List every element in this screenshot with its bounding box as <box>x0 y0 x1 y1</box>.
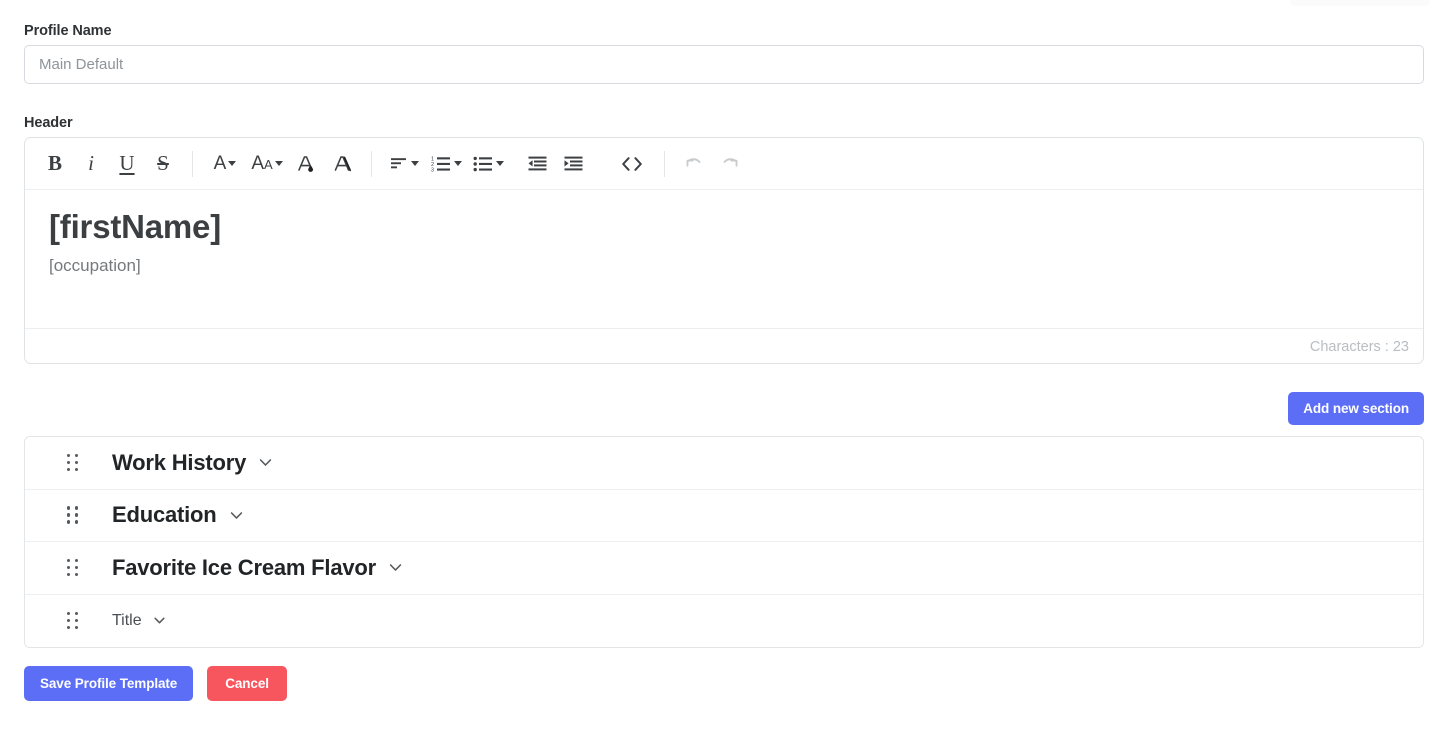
clear-format-icon[interactable] <box>324 146 360 182</box>
section-title: Title <box>112 611 142 629</box>
indent-icon[interactable] <box>555 146 591 182</box>
section-title: Favorite Ice Cream Flavor <box>112 554 377 580</box>
toolbar-divider-2 <box>371 150 372 177</box>
section-row-title[interactable]: Title <box>25 594 1423 647</box>
toolbar-divider-1 <box>192 150 193 177</box>
character-count: Characters : 23 <box>1309 338 1409 355</box>
header-label: Header <box>24 115 73 131</box>
cancel-button[interactable]: Cancel <box>207 666 287 701</box>
drag-handle-icon[interactable] <box>65 505 81 525</box>
section-title: Work History <box>112 449 247 475</box>
profile-name-label: Profile Name <box>24 23 112 39</box>
profile-template-editor-page: Profile Name Header B i U S A AA <box>0 0 1448 750</box>
sections-list: Work History Education Favorite Ice Crea… <box>24 436 1424 648</box>
outdent-icon[interactable] <box>519 146 555 182</box>
bold-icon[interactable]: B <box>37 146 73 182</box>
chevron-down-icon[interactable] <box>387 559 404 576</box>
editor-content-area[interactable]: [firstName] [occupation] <box>25 190 1423 328</box>
code-view-icon[interactable] <box>611 146 653 182</box>
section-row-work-history[interactable]: Work History <box>25 437 1423 490</box>
form-actions: Save Profile Template Cancel <box>24 666 287 701</box>
editor-subheading-text: [occupation] <box>49 256 141 276</box>
page-top-sliver <box>1290 0 1430 6</box>
align-icon[interactable] <box>383 146 425 182</box>
unordered-list-icon[interactable] <box>467 146 509 182</box>
drag-handle-icon[interactable] <box>65 558 81 578</box>
editor-toolbar: B i U S A AA 1 2 3 <box>25 138 1423 190</box>
editor-heading-text: [firstName] <box>49 208 222 245</box>
font-family-icon[interactable]: A <box>204 146 246 182</box>
strikethrough-icon[interactable]: S <box>145 146 181 182</box>
chevron-down-icon[interactable] <box>152 613 167 628</box>
italic-icon[interactable]: i <box>73 146 109 182</box>
toolbar-divider-3 <box>664 150 665 177</box>
profile-name-input[interactable] <box>24 45 1424 84</box>
underline-icon[interactable]: U <box>109 146 145 182</box>
save-profile-template-button[interactable]: Save Profile Template <box>24 666 194 701</box>
header-rich-text-editor: B i U S A AA 1 2 3 [firstName] [occupati… <box>24 137 1424 364</box>
redo-icon[interactable] <box>712 146 748 182</box>
add-new-section-button[interactable]: Add new section <box>1288 392 1424 425</box>
undo-icon[interactable] <box>676 146 712 182</box>
svg-text:3: 3 <box>431 167 434 173</box>
section-title: Education <box>112 502 217 528</box>
editor-footer: Characters : 23 <box>25 328 1423 363</box>
text-color-icon[interactable] <box>288 146 324 182</box>
chevron-down-icon[interactable] <box>228 507 245 524</box>
section-row-education[interactable]: Education <box>25 489 1423 542</box>
drag-handle-icon[interactable] <box>65 611 81 631</box>
drag-handle-icon[interactable] <box>65 453 81 473</box>
font-size-icon[interactable]: AA <box>246 146 288 182</box>
chevron-down-icon[interactable] <box>257 454 274 471</box>
ordered-list-icon[interactable]: 1 2 3 <box>425 146 467 182</box>
section-row-favorite-ice-cream-flavor[interactable]: Favorite Ice Cream Flavor <box>25 542 1423 595</box>
